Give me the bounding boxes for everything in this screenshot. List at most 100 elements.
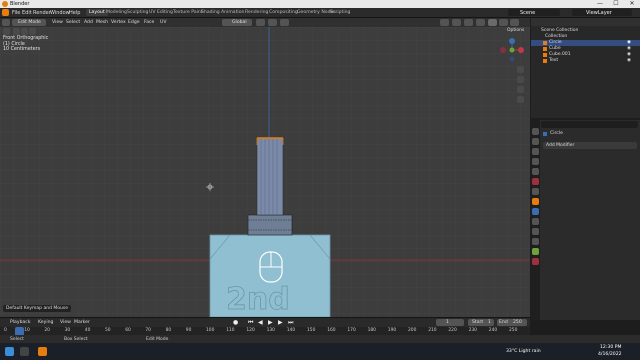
clock-date[interactable]: 4/16/2022 <box>598 352 622 357</box>
jump-start-icon[interactable]: ⏮ <box>248 319 253 327</box>
menu-face[interactable]: Face <box>144 20 154 25</box>
search-icon[interactable] <box>20 347 29 356</box>
eye-icon[interactable]: ◉ <box>627 52 631 57</box>
ruler-tick-label: 40 <box>84 328 91 333</box>
gizmo-y-icon[interactable] <box>509 47 515 53</box>
xray-icon[interactable] <box>476 19 485 26</box>
menu-marker[interactable]: Marker <box>74 320 90 325</box>
emboss-text: 2nd <box>226 282 290 317</box>
render-tab-icon[interactable] <box>532 138 539 145</box>
mesh-icon <box>543 53 547 57</box>
add-modifier-button[interactable]: Add Modifier <box>543 142 637 149</box>
blender-menu-icon[interactable] <box>2 9 9 16</box>
menu-help[interactable]: Help <box>69 10 80 16</box>
overlay-icon[interactable] <box>464 19 473 26</box>
minimize-button[interactable]: — <box>592 0 608 8</box>
camera-view-icon[interactable] <box>517 86 524 93</box>
windows-start-icon[interactable] <box>5 347 14 356</box>
prev-keyframe-icon[interactable]: ◀ <box>258 319 263 326</box>
status-select: Select <box>10 336 24 342</box>
view-layer-tab-icon[interactable] <box>532 158 539 165</box>
ruler-tick-label: 170 <box>347 328 356 333</box>
constraints-tab-icon[interactable] <box>532 238 539 245</box>
menu-window[interactable]: Window <box>50 10 70 16</box>
gizmo-z-icon[interactable] <box>509 38 515 44</box>
menu-uv[interactable]: UV <box>160 20 167 25</box>
3d-viewport[interactable]: 2nd Options <box>0 27 530 317</box>
proportional-edit-icon[interactable] <box>280 19 289 26</box>
physics-tab-icon[interactable] <box>532 228 539 235</box>
maximize-button[interactable]: ☐ <box>608 0 624 8</box>
select-tool-icon[interactable] <box>3 28 10 35</box>
ruler-tick-label: 120 <box>246 328 255 333</box>
face-select-icon[interactable] <box>29 28 36 35</box>
ruler-tick-label: 230 <box>468 328 477 333</box>
top-menu-bar: File Edit Render Window Help Layout Mode… <box>0 8 640 18</box>
menu-file[interactable]: File <box>12 10 20 16</box>
material-tab-icon[interactable] <box>532 258 539 265</box>
snap-icon[interactable] <box>268 19 277 26</box>
menu-vertex[interactable]: Vertex <box>111 20 126 25</box>
menu-add[interactable]: Add <box>84 20 93 25</box>
gizmo-neg-z-icon[interactable] <box>509 56 515 62</box>
gizmo-x-icon[interactable] <box>518 47 524 53</box>
editor-type-icon[interactable] <box>2 19 10 26</box>
particles-tab-icon[interactable] <box>532 218 539 225</box>
gizmo-icon[interactable] <box>452 19 461 26</box>
pan-hand-icon[interactable] <box>517 76 524 83</box>
eye-icon[interactable]: ◉ <box>627 40 631 45</box>
rendered-shading-icon[interactable] <box>510 19 519 26</box>
ruler-tick-label: 30 <box>64 328 71 333</box>
clock-time[interactable]: 12:30 PM <box>600 345 621 350</box>
tool-tab-icon[interactable] <box>532 128 539 135</box>
text-object-icon <box>543 59 547 63</box>
ruler-tick-label: 50 <box>105 328 111 333</box>
tab-scripting[interactable]: Scripting <box>327 9 353 16</box>
gizmo-neg-x-icon[interactable] <box>500 47 506 53</box>
collar-mesh[interactable] <box>247 214 293 236</box>
outliner-item-text[interactable]: Text ◉ <box>531 58 640 64</box>
menu-keying[interactable]: Keying <box>38 320 53 325</box>
perspective-toggle-icon[interactable] <box>517 96 524 103</box>
window-title: Blender <box>10 1 30 7</box>
collection-tab-icon[interactable] <box>532 188 539 195</box>
eye-icon[interactable]: ◉ <box>627 46 631 51</box>
zoom-icon[interactable] <box>517 66 524 73</box>
next-keyframe-icon[interactable]: ▶ <box>278 319 283 326</box>
object-tab-icon[interactable] <box>532 198 539 205</box>
menu-view-timeline[interactable]: View <box>60 320 71 325</box>
record-icon[interactable]: ● <box>233 319 238 326</box>
blender-taskbar-icon[interactable] <box>38 347 47 356</box>
menu-mesh[interactable]: Mesh <box>96 20 108 25</box>
close-button[interactable]: ✕ <box>624 0 640 8</box>
menu-edit[interactable]: Edit <box>22 10 32 16</box>
ruler-tick-label: 90 <box>185 328 192 333</box>
os-taskbar: 33°C Light rain 12:30 PM 4/16/2022 <box>0 343 640 360</box>
play-icon[interactable]: ▶ <box>268 319 273 326</box>
menu-view[interactable]: View <box>52 20 63 25</box>
visibility-icon[interactable] <box>440 19 449 26</box>
solid-shading-icon[interactable] <box>488 19 497 26</box>
jump-end-icon[interactable]: ⏭ <box>288 319 293 327</box>
weather-widget[interactable]: 33°C Light rain <box>506 349 541 354</box>
ruler-tick-label: 160 <box>327 328 336 333</box>
material-shading-icon[interactable] <box>499 19 508 26</box>
viewport-header: Edit Mode View Select Add Mesh Vertex Ed… <box>0 18 530 27</box>
options-button[interactable]: Options <box>507 28 524 33</box>
data-tab-icon[interactable] <box>532 248 539 255</box>
menu-select[interactable]: Select <box>66 20 80 25</box>
vertex-select-icon[interactable] <box>13 28 20 35</box>
eye-icon[interactable]: ◉ <box>627 58 631 63</box>
properties-search-input[interactable] <box>541 121 638 128</box>
menu-render[interactable]: Render <box>33 10 51 16</box>
edge-select-icon[interactable] <box>21 28 28 35</box>
ruler-tick-label: 0 <box>4 328 7 333</box>
scene-tab-icon[interactable] <box>532 168 539 175</box>
current-frame-field[interactable] <box>436 319 464 326</box>
menu-edge[interactable]: Edge <box>128 20 140 25</box>
world-tab-icon[interactable] <box>532 178 539 185</box>
menu-playback[interactable]: Playback <box>10 320 31 325</box>
modifier-tab-icon[interactable] <box>532 208 539 215</box>
pivot-icon[interactable] <box>256 19 265 26</box>
output-tab-icon[interactable] <box>532 148 539 155</box>
